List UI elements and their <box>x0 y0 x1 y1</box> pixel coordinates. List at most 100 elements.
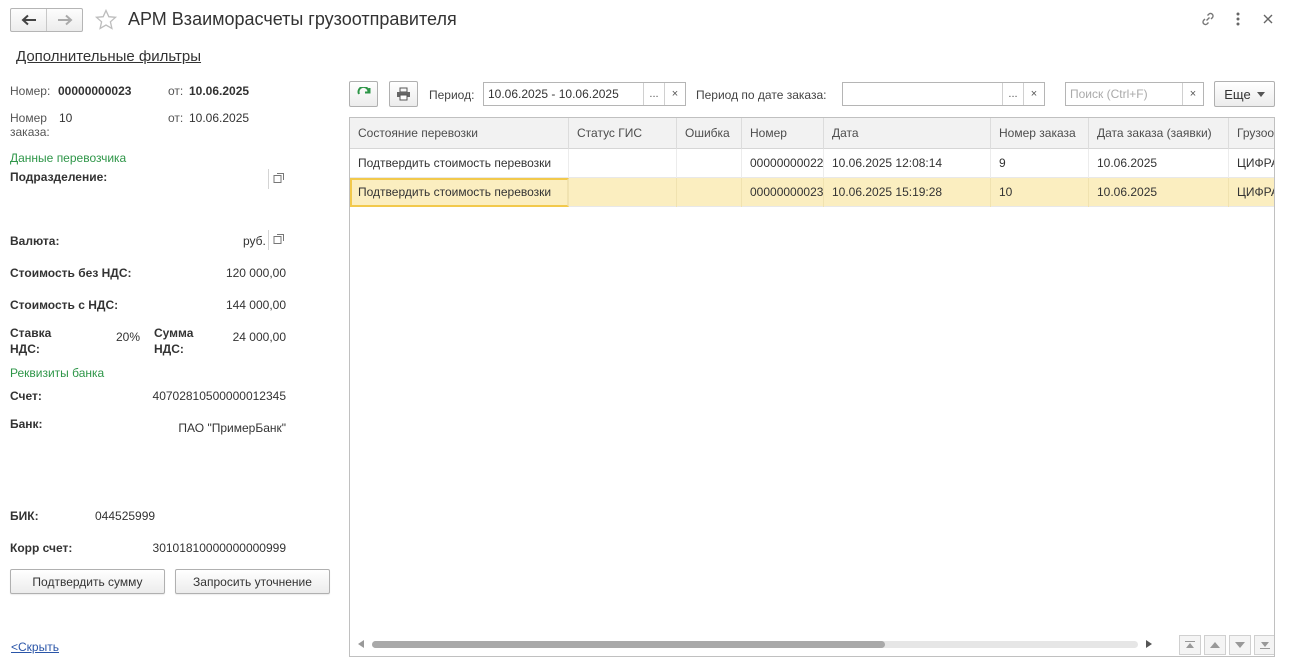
vat-sum-value: 24 000,00 <box>232 330 286 344</box>
arrow-right-icon <box>57 14 72 26</box>
currency-label: Валюта: <box>10 234 60 248</box>
request-clarification-button[interactable]: Запросить уточнение <box>175 569 330 594</box>
divider <box>268 169 269 189</box>
column-header[interactable]: Дата <box>824 118 991 149</box>
refresh-button[interactable] <box>349 81 378 107</box>
table-cell: 10.06.2025 15:19:28 <box>824 178 991 207</box>
arrow-left-icon <box>21 14 36 26</box>
table-cell: 10 <box>991 178 1089 207</box>
table-cell: ЦИФРА <box>1237 156 1275 170</box>
open-window-icon <box>273 234 284 244</box>
scroll-to-top-button[interactable] <box>1179 635 1201 655</box>
cost-no-vat-value: 120 000,00 <box>225 266 286 280</box>
column-header[interactable]: Статус ГИС <box>569 118 677 149</box>
favorite-button[interactable] <box>94 8 118 35</box>
more-button[interactable] <box>1229 10 1247 28</box>
vat-sum-label: Сумма <box>154 326 194 340</box>
search-field[interactable]: Поиск (Ctrl+F) × <box>1065 82 1204 106</box>
corr-account-label: Корр счет: <box>10 541 73 555</box>
link-icon <box>1202 12 1214 26</box>
table-header: Состояние перевозки Статус ГИС Ошибка Но… <box>350 118 1274 149</box>
period-field[interactable]: 10.06.2025 - 10.06.2025 ... × <box>483 82 686 106</box>
column-header[interactable]: Дата заказа (заявки) <box>1089 118 1229 149</box>
table-row[interactable]: Подтвердить стоимость перевозки 00000000… <box>350 149 1274 178</box>
first-icon <box>1185 641 1195 648</box>
period-clear-button[interactable]: × <box>664 83 685 105</box>
more-actions-button[interactable]: Еще <box>1214 81 1275 107</box>
period-by-order-clear-button[interactable]: × <box>1023 83 1044 105</box>
table-cell: 10.06.2025 <box>1089 178 1229 207</box>
refresh-icon <box>357 87 370 95</box>
open-division-button[interactable] <box>273 172 287 186</box>
down-icon <box>1235 642 1245 648</box>
scroll-right-icon[interactable] <box>1146 640 1152 648</box>
bik-value: 044525999 <box>95 509 156 523</box>
scroll-down-button[interactable] <box>1229 635 1251 655</box>
from-label: от: <box>168 84 184 98</box>
printer-icon <box>397 87 410 101</box>
table-cell: 10.06.2025 12:08:14 <box>824 149 991 178</box>
search-clear-button[interactable]: × <box>1182 83 1203 105</box>
period-label: Период: <box>429 88 475 102</box>
bank-label: Банк: <box>10 417 43 431</box>
divider <box>268 230 269 250</box>
period-by-order-select-button[interactable]: ... <box>1002 83 1023 105</box>
period-input[interactable]: 10.06.2025 - 10.06.2025 <box>484 87 643 101</box>
last-icon <box>1260 642 1270 649</box>
open-window-icon <box>273 173 284 183</box>
search-input[interactable]: Поиск (Ctrl+F) <box>1066 87 1182 101</box>
vat-sum-label-2: НДС: <box>154 342 184 356</box>
print-button[interactable] <box>389 81 418 107</box>
scroll-thumb[interactable] <box>372 641 885 648</box>
open-currency-button[interactable] <box>273 233 287 247</box>
number-label: Номер: <box>10 84 51 98</box>
hide-panel-link[interactable]: <Скрыть <box>11 640 59 654</box>
scroll-left-icon[interactable] <box>358 640 364 648</box>
corr-account-value: 30101810000000000999 <box>152 541 286 555</box>
cost-vat-label: Стоимость с НДС: <box>10 298 119 312</box>
period-by-order-label: Период по дате заказа: <box>696 88 827 102</box>
close-icon <box>1263 14 1273 24</box>
order-number-value: 10 <box>59 111 73 125</box>
more-actions-label: Еще <box>1224 86 1251 102</box>
horizontal-scrollbar[interactable] <box>358 639 1158 649</box>
table-row-selected[interactable]: Подтвердить стоимость перевозки 00000000… <box>350 178 1274 207</box>
vat-rate-label-2: НДС: <box>10 342 40 356</box>
scroll-to-bottom-button[interactable] <box>1254 635 1274 655</box>
column-header[interactable]: Ошибка <box>677 118 742 149</box>
confirm-sum-button[interactable]: Подтвердить сумму <box>10 569 165 594</box>
more-vertical-icon <box>1236 12 1240 26</box>
account-value: 40702810500000012345 <box>152 389 286 403</box>
table-cell: 10.06.2025 <box>1089 149 1229 178</box>
close-button[interactable] <box>1259 10 1277 28</box>
back-button[interactable] <box>11 9 46 31</box>
order-number-label-2: заказа: <box>10 125 50 139</box>
table-cell <box>569 178 677 207</box>
table-cell <box>677 178 742 207</box>
additional-filters-link[interactable]: Дополнительные фильтры <box>16 48 201 65</box>
order-from-label: от: <box>168 111 184 125</box>
period-select-button[interactable]: ... <box>643 83 664 105</box>
link-button[interactable] <box>1199 10 1217 28</box>
column-header[interactable]: Грузоотправитель <box>1229 118 1274 149</box>
chevron-down-icon <box>1256 91 1265 97</box>
division-label: Подразделение: <box>10 170 108 184</box>
table-cell: 00000000023 <box>742 178 824 207</box>
forward-button[interactable] <box>46 9 82 31</box>
column-header[interactable]: Состояние перевозки <box>350 118 569 149</box>
carrier-section-title: Данные перевозчика <box>10 151 127 165</box>
scroll-up-button[interactable] <box>1204 635 1226 655</box>
nav-buttons <box>10 8 83 32</box>
period-by-order-field[interactable]: ... × <box>842 82 1045 106</box>
vat-rate-label: Ставка <box>10 326 52 340</box>
bank-section-title: Реквизиты банка <box>10 366 105 380</box>
cost-no-vat-label: Стоимость без НДС: <box>10 266 132 280</box>
table-cell <box>569 149 677 178</box>
bank-value: ПАО "ПримерБанк" <box>178 421 286 435</box>
column-header[interactable]: Номер <box>742 118 824 149</box>
table-cell: 00000000022 <box>742 149 824 178</box>
column-header[interactable]: Номер заказа <box>991 118 1089 149</box>
from-value: 10.06.2025 <box>189 84 250 98</box>
order-from-value: 10.06.2025 <box>189 111 250 125</box>
table-cell: 9 <box>991 149 1089 178</box>
